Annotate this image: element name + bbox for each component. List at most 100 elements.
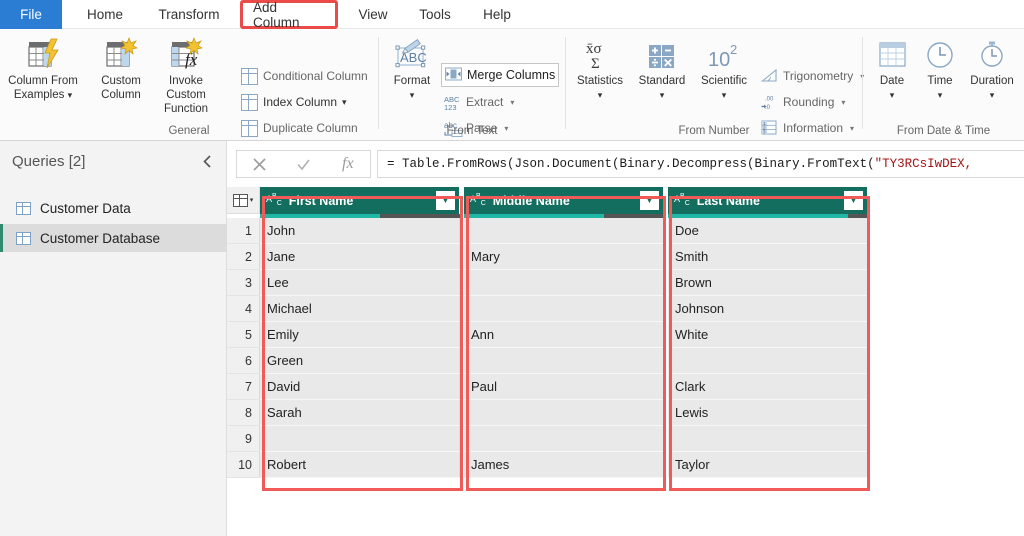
custom-column-button[interactable]: Custom Column xyxy=(84,35,158,102)
column-from-examples-button[interactable]: Column From Examples ▾ xyxy=(6,35,80,102)
table-cell[interactable]: David xyxy=(260,374,460,400)
table-cell[interactable]: Sarah xyxy=(260,400,460,426)
table-cell[interactable]: Doe xyxy=(668,218,868,244)
table-cell[interactable]: James xyxy=(464,452,664,478)
formula-string: "TY3RCsIwDEX, xyxy=(874,157,973,171)
close-icon[interactable] xyxy=(237,151,281,177)
tab-help[interactable]: Help xyxy=(472,0,522,29)
tab-tools[interactable]: Tools xyxy=(408,0,462,29)
table-cell[interactable]: Robert xyxy=(260,452,460,478)
ribbon-tabbar: File Home Transform Add Column View Tool… xyxy=(0,0,1024,30)
chevron-down-icon[interactable]: ▾ xyxy=(410,88,415,102)
table-cell[interactable]: Taylor xyxy=(668,452,868,478)
table-cell[interactable]: Paul xyxy=(464,374,664,400)
formula-input[interactable]: = Table.FromRows(Json.Document(Binary.De… xyxy=(377,150,1024,178)
custom-column-label-2: Column xyxy=(101,89,141,101)
table-cell[interactable]: Lee xyxy=(260,270,460,296)
chevron-down-icon[interactable]: ▾ xyxy=(510,98,514,107)
column-header-first-name[interactable]: ABC First Name ▼ xyxy=(260,187,460,214)
table-cell[interactable]: Lewis xyxy=(668,400,868,426)
time-button[interactable]: Time ▾ xyxy=(915,35,965,102)
tab-tools-label: Tools xyxy=(419,7,451,22)
row-header: 2 xyxy=(227,244,260,270)
table-cell[interactable] xyxy=(464,296,664,322)
row-header: 1 xyxy=(227,218,260,244)
table-cell[interactable]: Johnson xyxy=(668,296,868,322)
chevron-down-icon[interactable]: ▾ xyxy=(342,97,347,108)
chevron-down-icon[interactable]: ▾ xyxy=(841,98,845,107)
tab-transform[interactable]: Transform xyxy=(146,0,232,29)
statistics-sigma-icon: x̄σ Σ xyxy=(580,35,620,71)
table-cell[interactable] xyxy=(464,400,664,426)
table-cell[interactable] xyxy=(464,218,664,244)
tab-view[interactable]: View xyxy=(348,0,398,29)
select-all-table-icon[interactable]: ▾ xyxy=(227,187,260,214)
queries-pane-header: Queries [2] xyxy=(0,141,227,181)
table-cell[interactable] xyxy=(668,348,868,374)
check-icon[interactable] xyxy=(281,151,325,177)
table-cell[interactable]: Green xyxy=(260,348,460,374)
conditional-column-button[interactable]: Conditional Column xyxy=(238,65,371,87)
table-cell[interactable] xyxy=(464,348,664,374)
scientific-button[interactable]: 10 2 Scientific ▾ xyxy=(692,35,756,102)
column-header-last-name[interactable]: ABC Last Name ▼ xyxy=(668,187,868,214)
chevron-down-icon[interactable]: ▾ xyxy=(938,88,943,102)
trigonometry-button[interactable]: Trigonometry ▾ xyxy=(758,65,867,87)
table-cell[interactable] xyxy=(668,426,868,452)
chevron-down-icon[interactable]: ▾ xyxy=(990,88,995,102)
ribbon-group-from-date-time: Date ▾ Time ▾ Duration ▾ From Date & Tim… xyxy=(863,29,1024,141)
fx-icon[interactable]: fx xyxy=(326,151,370,177)
column-header-middle-name[interactable]: ABC Middle Name ▼ xyxy=(464,187,664,214)
table-cell[interactable]: Mary xyxy=(464,244,664,270)
merge-columns-label: Merge Columns xyxy=(467,68,556,82)
table-cell[interactable]: Ann xyxy=(464,322,664,348)
formula-bar-controls: fx xyxy=(236,150,371,178)
table-cell[interactable]: Clark xyxy=(668,374,868,400)
duration-button[interactable]: Duration ▾ xyxy=(963,35,1021,102)
index-column-label: Index Column xyxy=(263,95,338,109)
chevron-down-icon[interactable]: ▾ xyxy=(890,88,895,102)
ribbon-group-general: Column From Examples ▾ Custom Column fx … xyxy=(0,29,378,141)
row-header: 5 xyxy=(227,322,260,348)
table-cell[interactable] xyxy=(464,426,664,452)
table-cell[interactable]: John xyxy=(260,218,460,244)
extract-button[interactable]: ABC 123 Extract ▾ xyxy=(441,91,517,113)
table-cell[interactable]: Smith xyxy=(668,244,868,270)
chevron-down-icon[interactable]: ▾ xyxy=(722,88,727,102)
row-header: 6 xyxy=(227,348,260,374)
table-cell[interactable]: Emily xyxy=(260,322,460,348)
chevron-down-icon[interactable]: ▾ xyxy=(660,88,665,102)
invoke-custom-function-label-1: Invoke Custom xyxy=(166,75,206,101)
column-filter-dropdown-middle-name[interactable]: ▼ xyxy=(640,191,659,210)
table-cell[interactable] xyxy=(464,270,664,296)
chevron-down-icon[interactable]: ▾ xyxy=(68,90,73,100)
sidebar-item-customer-database-label: Customer Database xyxy=(40,230,161,246)
column-filter-dropdown-last-name[interactable]: ▼ xyxy=(844,191,863,210)
tab-file[interactable]: File xyxy=(0,0,62,29)
index-column-button[interactable]: Index Column ▾ xyxy=(238,91,350,113)
table-cell[interactable] xyxy=(260,426,460,452)
chevron-down-icon[interactable]: ▾ xyxy=(598,88,603,102)
abc-text-type-icon: ABC xyxy=(470,193,486,207)
chevron-left-icon[interactable] xyxy=(198,152,216,170)
date-button[interactable]: Date ▾ xyxy=(867,35,917,102)
table-cell[interactable]: Jane xyxy=(260,244,460,270)
invoke-custom-function-button[interactable]: fx Invoke Custom Function xyxy=(148,35,224,116)
rounding-button[interactable]: .00 .0 Rounding ▾ xyxy=(758,91,848,113)
statistics-button[interactable]: x̄σ Σ Statistics ▾ xyxy=(568,35,632,102)
sidebar-item-customer-data[interactable]: Customer Data xyxy=(0,194,227,222)
ribbon-group-general-label: General xyxy=(168,125,210,137)
column-filter-dropdown-first-name[interactable]: ▼ xyxy=(436,191,455,210)
tab-add-column[interactable]: Add Column xyxy=(240,0,338,30)
tab-home[interactable]: Home xyxy=(76,0,134,29)
row-header: 7 xyxy=(227,374,260,400)
table-cell[interactable]: White xyxy=(668,322,868,348)
row-header: 8 xyxy=(227,400,260,426)
table-cell[interactable]: Brown xyxy=(668,270,868,296)
table-cell[interactable]: Michael xyxy=(260,296,460,322)
format-button[interactable]: ABC Format ▾ xyxy=(385,35,439,102)
merge-columns-button[interactable]: Merge Columns xyxy=(441,63,560,87)
standard-button[interactable]: Standard ▾ xyxy=(630,35,694,102)
date-label: Date xyxy=(879,75,905,87)
sidebar-item-customer-database[interactable]: Customer Database xyxy=(0,224,227,252)
